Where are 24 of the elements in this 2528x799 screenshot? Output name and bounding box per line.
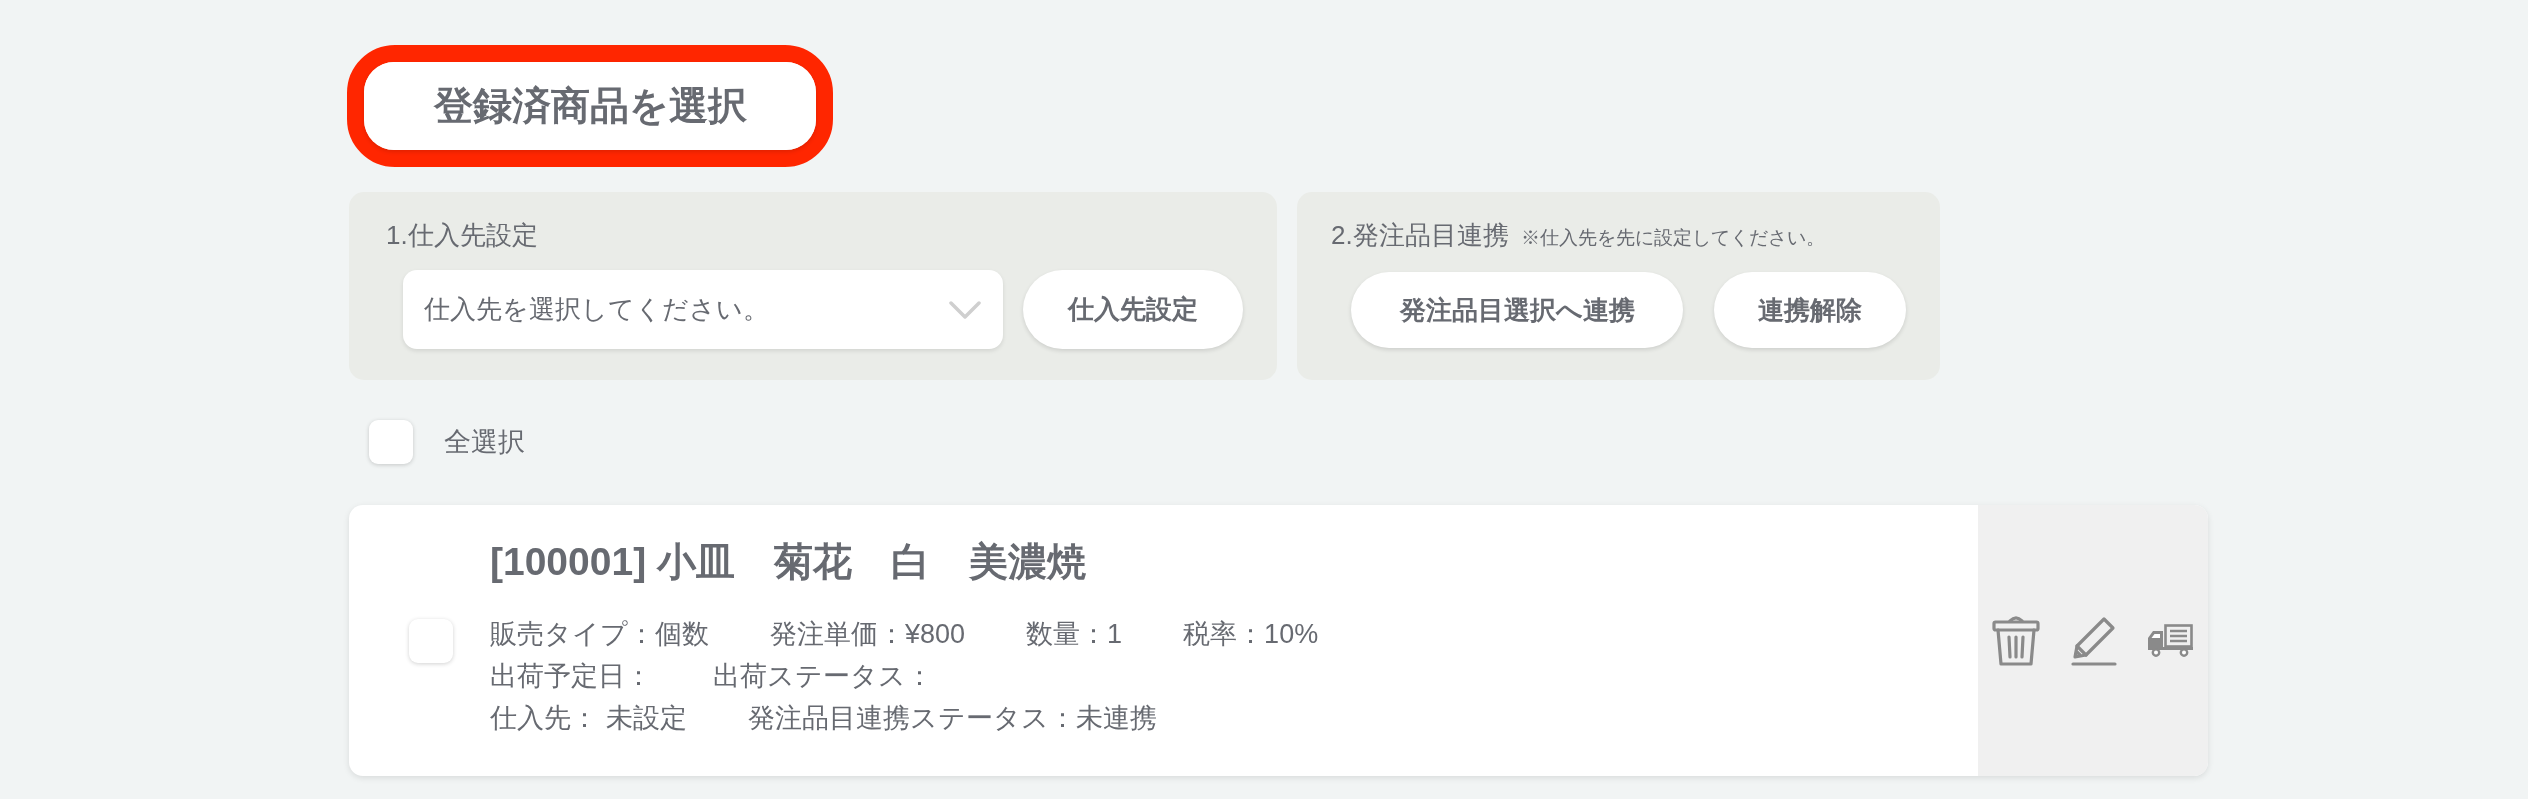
product-title: [100001] 小皿 菊花 白 美濃焼 bbox=[490, 539, 1086, 583]
select-all-checkbox[interactable] bbox=[369, 420, 413, 464]
section-title: 1.仕入先設定 bbox=[386, 219, 538, 251]
select-all-label: 全選択 bbox=[444, 426, 525, 459]
select-registered-button[interactable]: 登録済商品を選択 bbox=[364, 62, 816, 150]
product-detail: 発注単価：¥800 bbox=[770, 617, 966, 651]
product-detail: 販売タイプ：個数 bbox=[490, 617, 709, 651]
product-detail: 数量：1 bbox=[1026, 617, 1123, 651]
chevron-down-icon bbox=[949, 300, 981, 319]
supplier-set-button[interactable]: 仕入先設定 bbox=[1023, 270, 1243, 349]
supplier-select[interactable]: 仕入先を選択してください。 bbox=[403, 270, 1003, 349]
section-title: 2.発注品目連携 bbox=[1331, 219, 1509, 251]
link-order-item-button[interactable]: 発注品目選択へ連携 bbox=[1351, 272, 1683, 348]
product-checkbox[interactable] bbox=[409, 618, 453, 663]
product-detail: 出荷ステータス： bbox=[713, 659, 933, 693]
product-detail: 税率：10% bbox=[1183, 617, 1319, 651]
unlink-button[interactable]: 連携解除 bbox=[1714, 272, 1906, 348]
pencil-icon[interactable] bbox=[2070, 615, 2117, 666]
product-detail: 出荷予定日： bbox=[490, 659, 652, 693]
section-note: ※仕入先を先に設定してください。 bbox=[1520, 226, 1825, 250]
trash-icon[interactable] bbox=[1992, 615, 2040, 666]
product-detail: 発注品目連携ステータス：未連携 bbox=[747, 701, 1157, 735]
truck-icon[interactable] bbox=[2147, 624, 2193, 657]
product-detail: 仕入先： 未設定 bbox=[490, 701, 687, 735]
